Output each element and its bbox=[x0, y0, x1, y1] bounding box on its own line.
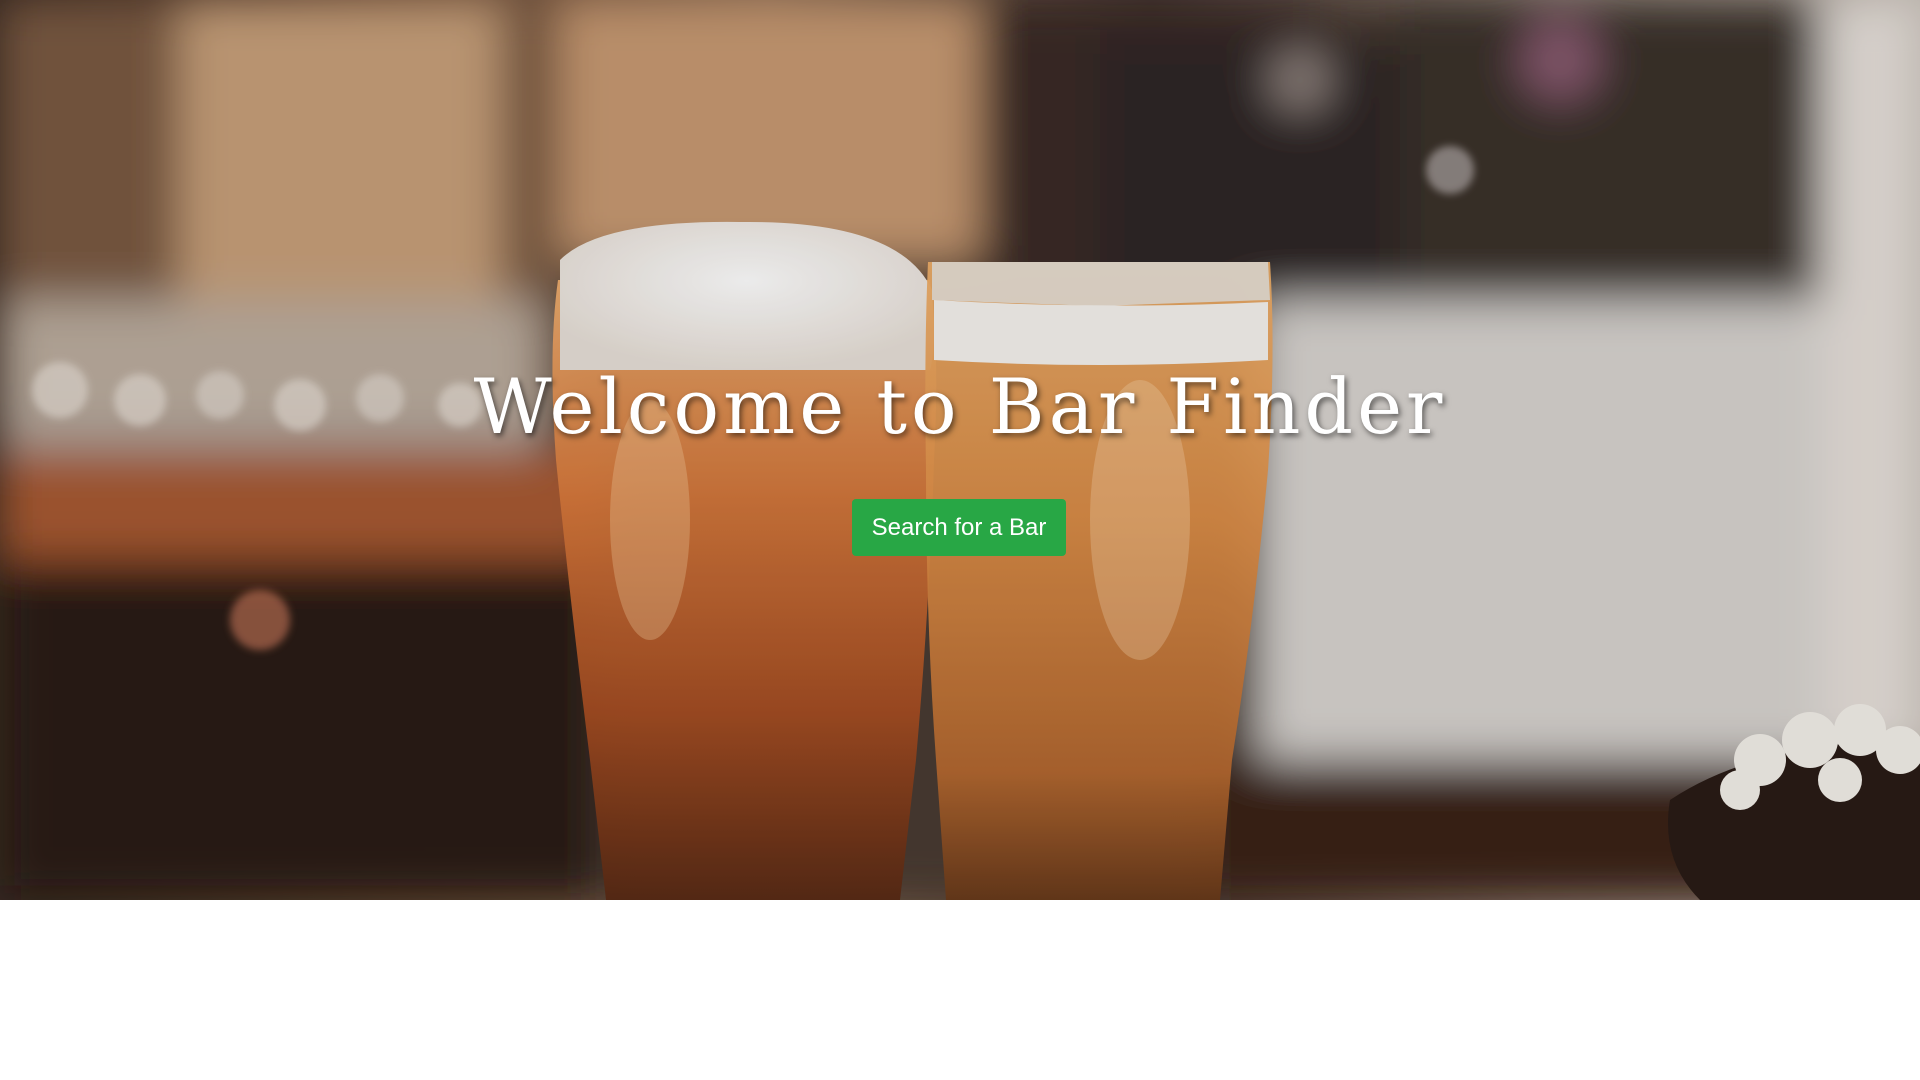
search-for-a-bar-button[interactable]: Search for a Bar bbox=[852, 499, 1066, 556]
hero-title: Welcome to Bar Finder bbox=[473, 362, 1447, 451]
hero-content: Welcome to Bar Finder Search for a Bar bbox=[0, 0, 1920, 900]
hero-section: Welcome to Bar Finder Search for a Bar bbox=[0, 0, 1920, 900]
